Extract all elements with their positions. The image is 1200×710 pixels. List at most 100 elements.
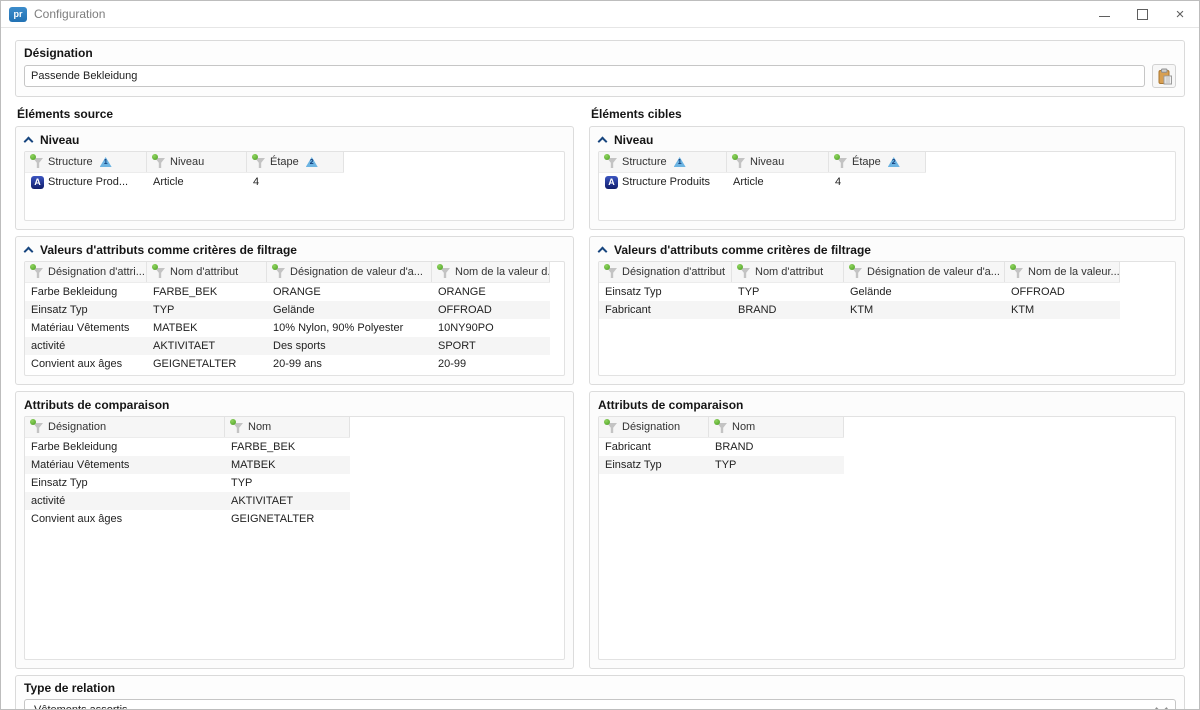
table-cell: Einsatz Typ (25, 474, 225, 492)
table-row[interactable]: Convient aux âgesGEIGNETALTER20-99 ans20… (25, 355, 550, 373)
dialog-content: Désignation Élémen (1, 28, 1199, 710)
table-row[interactable]: Einsatz TypTYPGeländeOFFROAD (25, 301, 550, 319)
table-cell: 4 (247, 173, 344, 191)
filter-icon[interactable] (835, 156, 848, 168)
filter-icon[interactable] (273, 266, 286, 278)
table-row[interactable]: Einsatz TypTYP (599, 456, 844, 474)
column-label: Nom de la valeur d... (455, 266, 550, 278)
filter-icon[interactable] (253, 156, 266, 168)
filter-icon[interactable] (733, 156, 746, 168)
table-row[interactable]: AStructure Prod...Article4 (25, 173, 344, 191)
table-row[interactable]: Einsatz TypTYPGeländeOFFROAD (599, 283, 1120, 301)
column-header[interactable]: Nom d'attribut (147, 262, 267, 282)
column-label: Nom (248, 421, 271, 433)
table-row[interactable]: FabricantBRANDKTMKTM (599, 301, 1120, 319)
designation-input[interactable] (24, 65, 1145, 87)
article-icon: A (31, 176, 44, 189)
target-niveau-header[interactable]: Niveau (590, 127, 1184, 151)
column-label: Structure (622, 156, 667, 168)
table-header-row: Désignation d'attributNom d'attribut Dési… (599, 262, 1120, 283)
source-comparison-panel: Attributs de comparaison DésignationNomF… (15, 391, 574, 669)
filter-icon[interactable] (31, 156, 44, 168)
table-cell: TYP (732, 283, 844, 301)
table-cell: GEIGNETALTER (225, 510, 350, 528)
filter-icon[interactable] (738, 266, 751, 278)
table-row[interactable]: FabricantBRAND (599, 438, 844, 456)
column-header[interactable]: Désignation d'attri... (25, 262, 147, 282)
table-cell: Fabricant (599, 438, 709, 456)
column-header[interactable]: Nom de la valeur d... (432, 262, 550, 282)
filter-icon[interactable] (31, 266, 44, 278)
table-cell: Gelände (844, 283, 1005, 301)
column-label: Nom (732, 421, 755, 433)
configuration-window: pr Configuration × Désignation (0, 0, 1200, 710)
table-row[interactable]: Matériau VêtementsMATBEK10% Nylon, 90% P… (25, 319, 550, 337)
table-row[interactable]: AStructure ProduitsArticle4 (599, 173, 926, 191)
column-label: Niveau (750, 156, 784, 168)
designation-group: Désignation (15, 40, 1185, 97)
target-filter-header[interactable]: Valeurs d'attributs comme critères de fi… (590, 237, 1184, 261)
column-header[interactable]: Niveau (727, 152, 829, 172)
clipboard-icon (1156, 68, 1173, 85)
table-row[interactable]: Farbe BekleidungFARBE_BEKORANGEORANGE (25, 283, 550, 301)
table-row[interactable]: activitéAKTIVITAETDes sportsSPORT (25, 337, 550, 355)
sort-ascending-icon: 1 (674, 157, 686, 167)
section-title: Valeurs d'attributs comme critères de fi… (40, 243, 297, 257)
filter-icon[interactable] (715, 421, 728, 433)
section-title: Valeurs d'attributs comme critères de fi… (614, 243, 871, 257)
sort-ascending-icon: 2 (306, 157, 318, 167)
table-row[interactable]: Farbe BekleidungFARBE_BEK (25, 438, 350, 456)
column-header[interactable]: Étape2 (247, 152, 344, 172)
table-row[interactable]: Einsatz TypTYP (25, 474, 350, 492)
column-header[interactable]: Étape2 (829, 152, 926, 172)
app-icon: pr (9, 7, 27, 22)
filter-icon[interactable] (438, 266, 451, 278)
filter-icon[interactable] (850, 266, 863, 278)
maximize-button[interactable] (1123, 1, 1161, 27)
column-label: Désignation (48, 421, 106, 433)
paste-button[interactable] (1152, 64, 1176, 88)
table-header-row: Désignation d'attri...Nom d'attributDési… (25, 262, 550, 283)
relation-select[interactable]: Vêtements assortis (24, 699, 1176, 710)
column-header[interactable]: Nom de la valeur... (1005, 262, 1120, 282)
column-header[interactable]: Désignation d'attribut (599, 262, 732, 282)
table-row[interactable]: activitéAKTIVITAET (25, 492, 350, 510)
source-filter-header[interactable]: Valeurs d'attributs comme critères de fi… (16, 237, 573, 261)
table-header-row: Désignation Nom (599, 417, 844, 438)
filter-icon[interactable] (231, 421, 244, 433)
filter-icon[interactable] (153, 266, 166, 278)
table-row[interactable]: Convient aux âgesGEIGNETALTER (25, 510, 350, 528)
filter-icon[interactable] (605, 156, 618, 168)
minimize-icon (1099, 16, 1110, 17)
filter-icon[interactable] (31, 421, 44, 433)
column-header[interactable]: Nom (709, 417, 844, 437)
table-header-row: Structure 1 NiveauÉtape2 (25, 152, 344, 173)
column-header[interactable]: Structure 1 (599, 152, 727, 172)
column-label: Désignation de valeur d'a... (867, 266, 1000, 278)
collapse-icon (598, 135, 608, 144)
column-label: Structure (48, 156, 93, 168)
sort-ascending-icon: 1 (100, 157, 112, 167)
filter-icon[interactable] (1011, 266, 1024, 278)
column-header[interactable]: Nom (225, 417, 350, 437)
table-row[interactable]: Matériau VêtementsMATBEK (25, 456, 350, 474)
source-niveau-header[interactable]: Niveau (16, 127, 573, 151)
column-header[interactable]: Désignation (25, 417, 225, 437)
column-header[interactable]: Nom d'attribut (732, 262, 844, 282)
column-header[interactable]: Désignation de valeur d'a... (267, 262, 432, 282)
filter-icon[interactable] (605, 421, 618, 433)
filter-icon[interactable] (153, 156, 166, 168)
column-header[interactable]: Désignation (599, 417, 709, 437)
source-title: Éléments source (17, 107, 574, 121)
column-header[interactable]: Désignation de valeur d'a... (844, 262, 1005, 282)
close-button[interactable]: × (1161, 1, 1199, 27)
table-cell: 20-99 (432, 355, 550, 373)
column-header[interactable]: Niveau (147, 152, 247, 172)
filter-icon[interactable] (605, 266, 618, 278)
minimize-button[interactable] (1085, 1, 1123, 27)
table-header-row: Désignation Nom (25, 417, 350, 438)
source-filter-panel: Valeurs d'attributs comme critères de fi… (15, 236, 574, 385)
section-title: Attributs de comparaison (598, 398, 743, 412)
table-cell: OFFROAD (432, 301, 550, 319)
column-header[interactable]: Structure 1 (25, 152, 147, 172)
